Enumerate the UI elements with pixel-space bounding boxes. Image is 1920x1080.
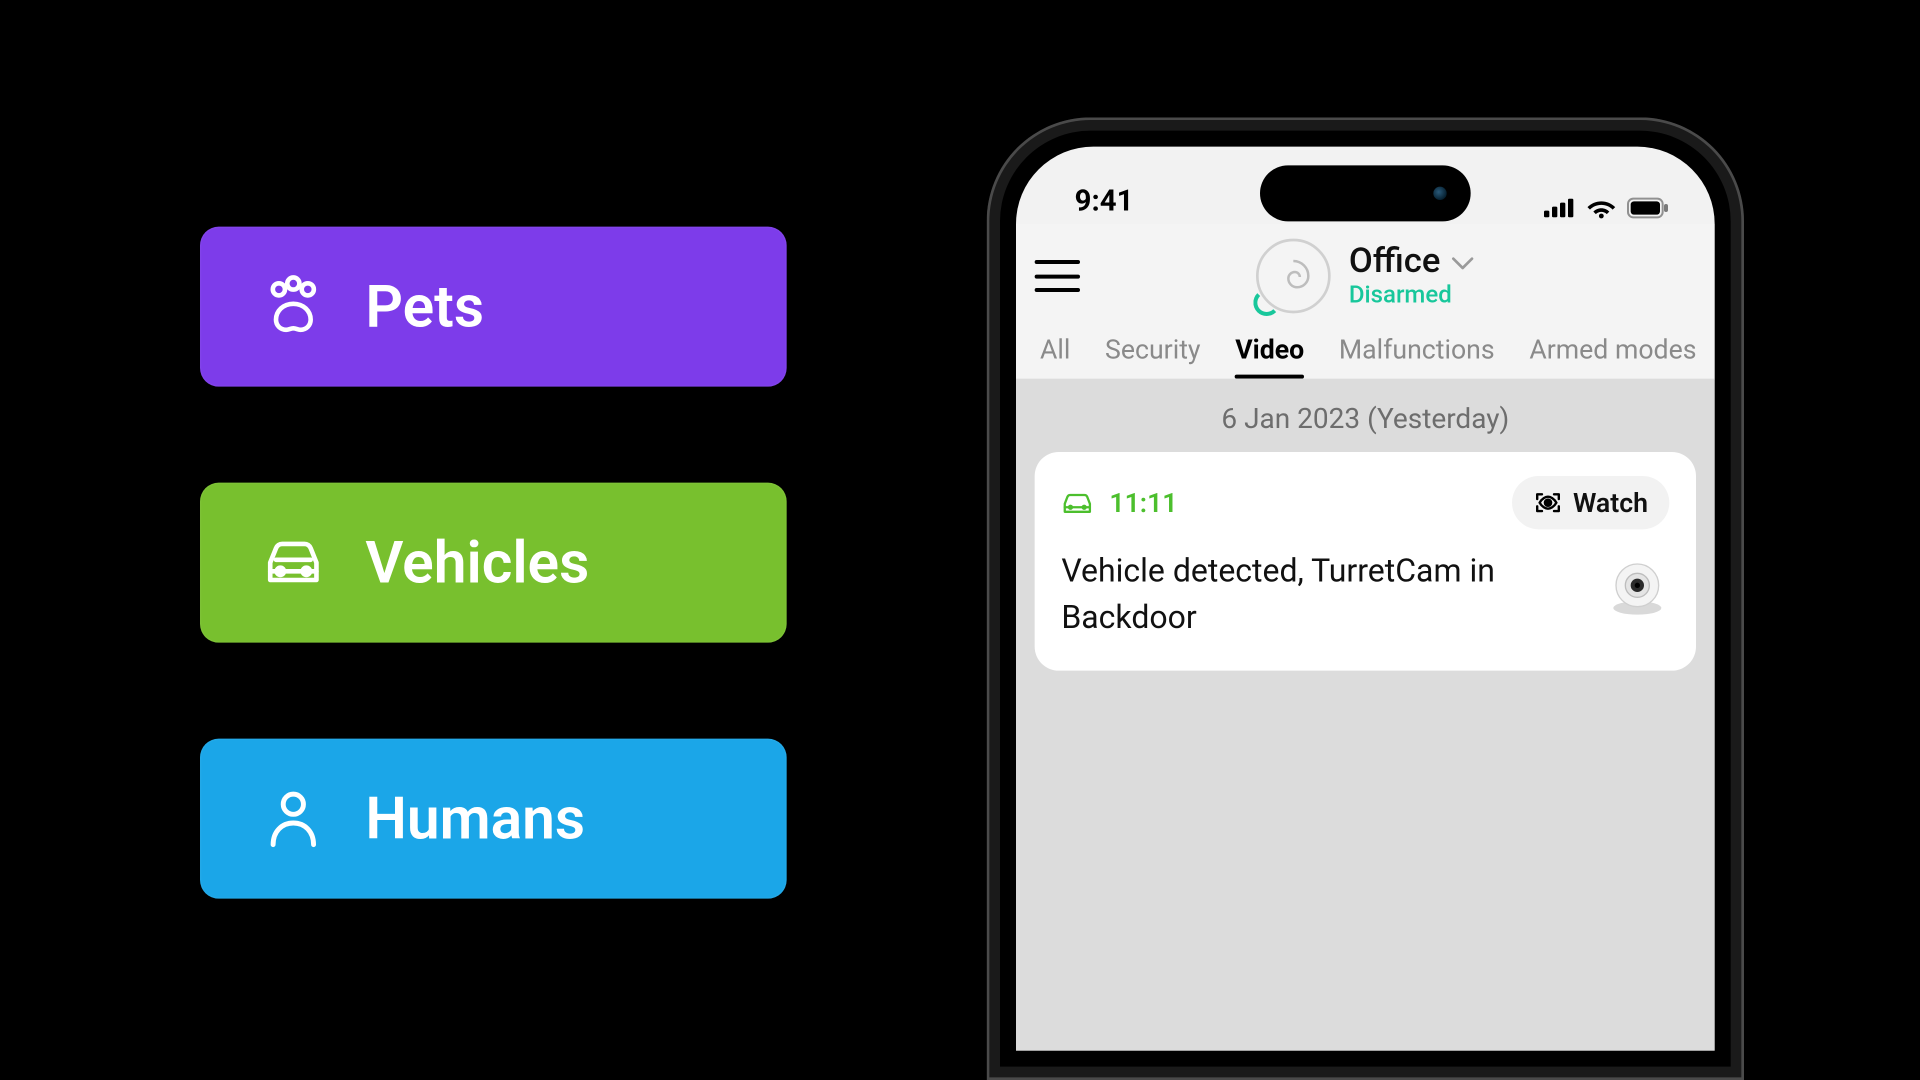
app-header: Office Disarmed All Security Video	[1016, 224, 1715, 380]
battery-icon	[1627, 197, 1670, 218]
paw-icon	[259, 272, 328, 341]
status-time: 9:41	[1075, 185, 1134, 218]
category-humans[interactable]: Humans	[200, 739, 787, 899]
hub-name-label: Office	[1349, 242, 1441, 282]
category-label: Pets	[365, 272, 484, 341]
tab-all[interactable]: All	[1040, 325, 1070, 378]
watch-icon	[1533, 491, 1562, 515]
hub-selector[interactable]: Office	[1349, 242, 1475, 282]
category-vehicles[interactable]: Vehicles	[200, 483, 787, 643]
events-feed: 6 Jan 2023 (Yesterday) 11:11	[1016, 380, 1715, 1051]
event-message: Vehicle detected, TurretCam in Backdoor	[1061, 548, 1584, 641]
watch-button[interactable]: Watch	[1512, 476, 1670, 529]
date-section-label: 6 Jan 2023 (Yesterday)	[1035, 399, 1696, 452]
swirl-icon	[1273, 256, 1313, 296]
tab-video[interactable]: Video	[1235, 325, 1304, 378]
person-icon	[259, 784, 328, 853]
category-pets[interactable]: Pets	[200, 227, 787, 387]
menu-button[interactable]	[1035, 257, 1080, 294]
category-label: Vehicles	[365, 528, 589, 597]
filter-tabs: All Security Video Malfunctions Armed mo…	[1035, 317, 1696, 378]
tab-security[interactable]: Security	[1105, 325, 1201, 378]
hub-status-label: Disarmed	[1349, 282, 1475, 310]
cellular-icon	[1544, 199, 1576, 218]
phone-mockup: 9:41	[987, 117, 1744, 1080]
chevron-down-icon	[1451, 254, 1475, 270]
vehicle-event-icon	[1061, 489, 1093, 516]
detection-category-list: Pets Vehicles Humans	[200, 227, 787, 899]
car-icon	[259, 528, 328, 597]
sync-indicator-icon	[1253, 289, 1280, 316]
event-card[interactable]: 11:11 Watch Vehicle detected, TurretCam …	[1035, 452, 1696, 670]
tab-armed-modes[interactable]: Armed modes	[1529, 325, 1696, 378]
tab-malfunctions[interactable]: Malfunctions	[1339, 325, 1495, 378]
turret-cam-icon	[1608, 559, 1667, 618]
dynamic-island	[1260, 165, 1471, 221]
hub-avatar[interactable]	[1256, 239, 1331, 314]
wifi-icon	[1587, 197, 1616, 218]
watch-label: Watch	[1573, 487, 1648, 519]
phone-screen: 9:41	[1016, 147, 1715, 1051]
category-label: Humans	[365, 784, 585, 853]
camera-thumbnail	[1605, 556, 1669, 620]
event-time: 11:11	[1109, 487, 1177, 519]
